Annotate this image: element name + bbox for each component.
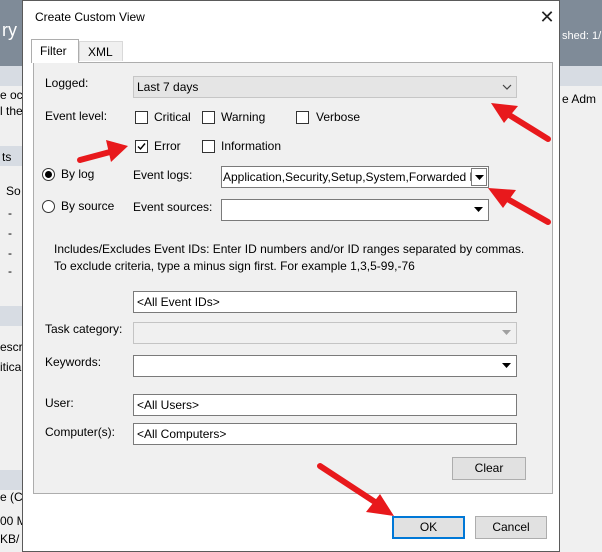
task-category-label: Task category: [45,322,123,336]
user-label: User: [45,396,74,410]
critical-checkbox[interactable] [135,111,148,124]
information-label: Information [221,139,282,153]
event-sources-dropdown[interactable] [221,199,489,221]
ok-button[interactable]: OK [392,516,465,539]
chevron-down-icon [499,357,515,375]
background-text: ts [2,150,12,164]
background-band [0,306,22,326]
task-category-dropdown[interactable] [133,322,517,344]
warning-checkbox[interactable] [202,111,215,124]
background-published-fragment: shed: 1/ [562,30,602,42]
computers-label: Computer(s): [45,425,116,439]
chevron-down-icon [471,168,487,186]
event-id-description: Includes/Excludes Event IDs: Enter ID nu… [54,242,525,273]
create-custom-view-dialog: Create Custom View ✕ Filter XML Logged: … [22,0,560,552]
information-checkbox[interactable] [202,140,215,153]
background-text: itica [0,360,22,374]
computers-input[interactable]: <All Computers> [133,423,517,445]
background-band [0,66,22,86]
keywords-label: Keywords: [45,355,102,369]
background-text: e Adm [562,92,597,106]
close-icon: ✕ [539,7,555,27]
logged-dropdown[interactable]: Last 7 days [133,76,517,98]
by-log-label: By log [61,167,95,181]
warning-label: Warning [221,110,266,124]
background-band [0,470,22,490]
logged-value: Last 7 days [137,80,199,94]
chevron-down-icon [499,324,515,342]
event-logs-label: Event logs: [133,168,193,182]
dialog-title: Create Custom View [35,10,145,24]
background-header-strip: shed: 1/ [560,0,602,66]
tab-xml[interactable]: XML [79,41,123,61]
background-title-strip: ry [0,0,22,66]
by-source-label: By source [61,199,115,213]
background-text: KB/ [0,532,20,546]
background-text: So [6,184,21,198]
error-checkbox[interactable] [135,140,148,153]
chevron-down-icon [471,201,487,219]
background-text: e (C [0,490,23,504]
event-level-label: Event level: [45,109,108,123]
close-button[interactable]: ✕ [535,5,559,29]
error-label: Error [154,139,181,153]
event-ids-input[interactable]: <All Event IDs> [133,291,517,313]
verbose-checkbox[interactable] [296,111,309,124]
user-input[interactable]: <All Users> [133,394,517,416]
logged-label: Logged: [45,76,89,90]
background-text: - [8,246,12,260]
filter-panel: Logged: Last 7 days Event level: Critica… [33,62,553,494]
background-title-fragment: ry [2,20,17,40]
tab-filter[interactable]: Filter [31,39,79,63]
event-sources-label: Event sources: [133,200,213,214]
by-source-radio[interactable] [42,200,55,213]
clear-button[interactable]: Clear [452,457,526,480]
background-text: - [8,226,12,240]
cancel-button[interactable]: Cancel [475,516,547,539]
background-text: - [8,264,12,278]
critical-label: Critical [154,110,191,124]
chevron-down-icon [499,78,515,96]
verbose-label: Verbose [316,110,361,124]
keywords-dropdown[interactable] [133,355,517,377]
by-log-radio[interactable] [42,168,55,181]
background-text: l the [0,104,23,118]
event-logs-dropdown[interactable]: Application,Security,Setup,System,Forwar… [221,166,489,188]
checkmark-icon [137,143,146,151]
background-band [560,66,602,86]
background-text: - [8,206,12,220]
event-logs-value: Application,Security,Setup,System,Forwar… [223,170,478,184]
